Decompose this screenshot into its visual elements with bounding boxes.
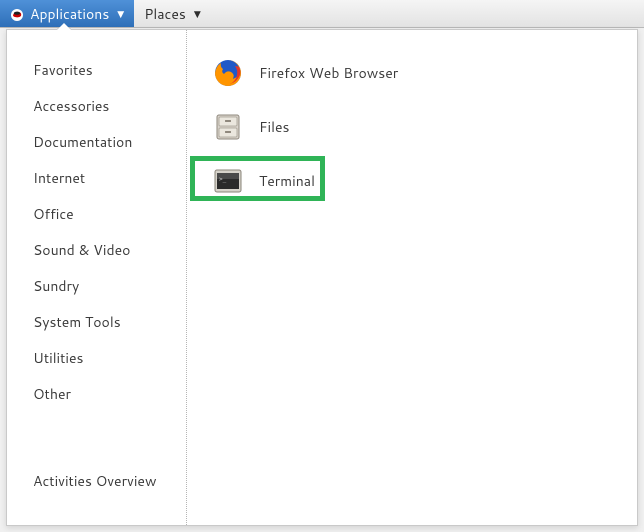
category-other[interactable]: Other <box>7 376 186 412</box>
app-label: Terminal <box>259 171 315 191</box>
category-documentation[interactable]: Documentation <box>7 124 186 160</box>
svg-text:>_: >_ <box>219 176 227 183</box>
activities-overview-button[interactable]: Activities Overview <box>7 457 186 509</box>
file-cabinet-icon <box>213 112 243 142</box>
categories-list: Favorites Accessories Documentation Inte… <box>7 52 186 457</box>
app-item-firefox[interactable]: Firefox Web Browser <box>203 52 621 94</box>
chevron-down-icon: ▼ <box>194 7 201 20</box>
app-item-terminal[interactable]: >_ Terminal <box>203 160 621 202</box>
app-item-files[interactable]: Files <box>203 106 621 148</box>
category-accessories[interactable]: Accessories <box>7 88 186 124</box>
category-system-tools[interactable]: System Tools <box>7 304 186 340</box>
categories-sidebar: Favorites Accessories Documentation Inte… <box>7 30 187 525</box>
applications-dropdown: Favorites Accessories Documentation Inte… <box>6 29 638 526</box>
category-office[interactable]: Office <box>7 196 186 232</box>
apps-panel: Firefox Web Browser Files <box>187 30 637 525</box>
app-label: Files <box>259 117 289 137</box>
category-internet[interactable]: Internet <box>7 160 186 196</box>
category-utilities[interactable]: Utilities <box>7 340 186 376</box>
applications-menu-label: Applications <box>30 4 109 24</box>
firefox-icon <box>213 58 243 88</box>
top-panel: Applications ▼ Places ▼ <box>0 0 644 28</box>
chevron-down-icon: ▼ <box>117 7 124 20</box>
places-menu-label: Places <box>144 4 186 24</box>
category-sundry[interactable]: Sundry <box>7 268 186 304</box>
redhat-icon <box>10 7 24 21</box>
terminal-icon: >_ <box>213 166 243 196</box>
category-favorites[interactable]: Favorites <box>7 52 186 88</box>
places-menu-button[interactable]: Places ▼ <box>134 0 211 27</box>
category-sound-video[interactable]: Sound & Video <box>7 232 186 268</box>
app-label: Firefox Web Browser <box>259 63 398 83</box>
